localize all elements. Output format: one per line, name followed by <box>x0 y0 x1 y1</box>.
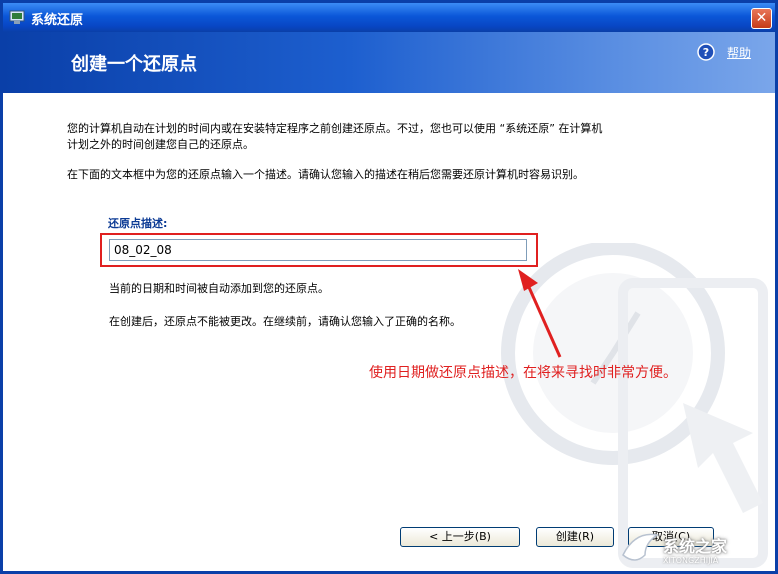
page-title: 创建一个还原点 <box>71 54 197 75</box>
page-header: 创建一个还原点 ? 帮助 <box>3 32 775 93</box>
restore-point-description-label: 还原点描述: <box>108 217 168 230</box>
help-link[interactable]: 帮助 <box>727 44 751 61</box>
system-restore-window: 系统还原 ✕ 创建一个还原点 ? 帮助 您的计算机自动在计划的时间内或在安装特定… <box>0 0 778 574</box>
close-button[interactable]: ✕ <box>751 8 772 29</box>
annotation-text: 使用日期做还原点描述，在将来寻找时非常方便。 <box>369 365 677 381</box>
create-button[interactable]: 创建(R) <box>536 527 614 547</box>
highlight-box <box>100 233 538 267</box>
instruction-paragraph: 在下面的文本框中为您的还原点输入一个描述。请确认您输入的描述在稍后您需要还原计算… <box>67 168 584 181</box>
watermark-text: 系统之家 <box>663 537 728 556</box>
svg-text:?: ? <box>703 46 709 59</box>
watermark-subtext: XITONGZHIJIA <box>663 556 719 565</box>
help-icon[interactable]: ? <box>697 43 715 61</box>
intro-paragraph: 您的计算机自动在计划的时间内或在安装特定程序之前创建还原点。不过，您也可以使用 … <box>67 122 603 151</box>
auto-date-note: 当前的日期和时间被自动添加到您的还原点。 <box>109 282 329 295</box>
cannot-change-note: 在创建后，还原点不能被更改。在继续前，请确认您输入了正确的名称。 <box>109 315 461 328</box>
annotation-arrow-icon <box>518 269 562 358</box>
title-bar[interactable]: 系统还原 ✕ <box>3 3 775 32</box>
window-title: 系统还原 <box>31 13 84 28</box>
back-button[interactable]: < 上一步(B) <box>400 527 520 547</box>
system-restore-app-icon <box>9 10 25 24</box>
